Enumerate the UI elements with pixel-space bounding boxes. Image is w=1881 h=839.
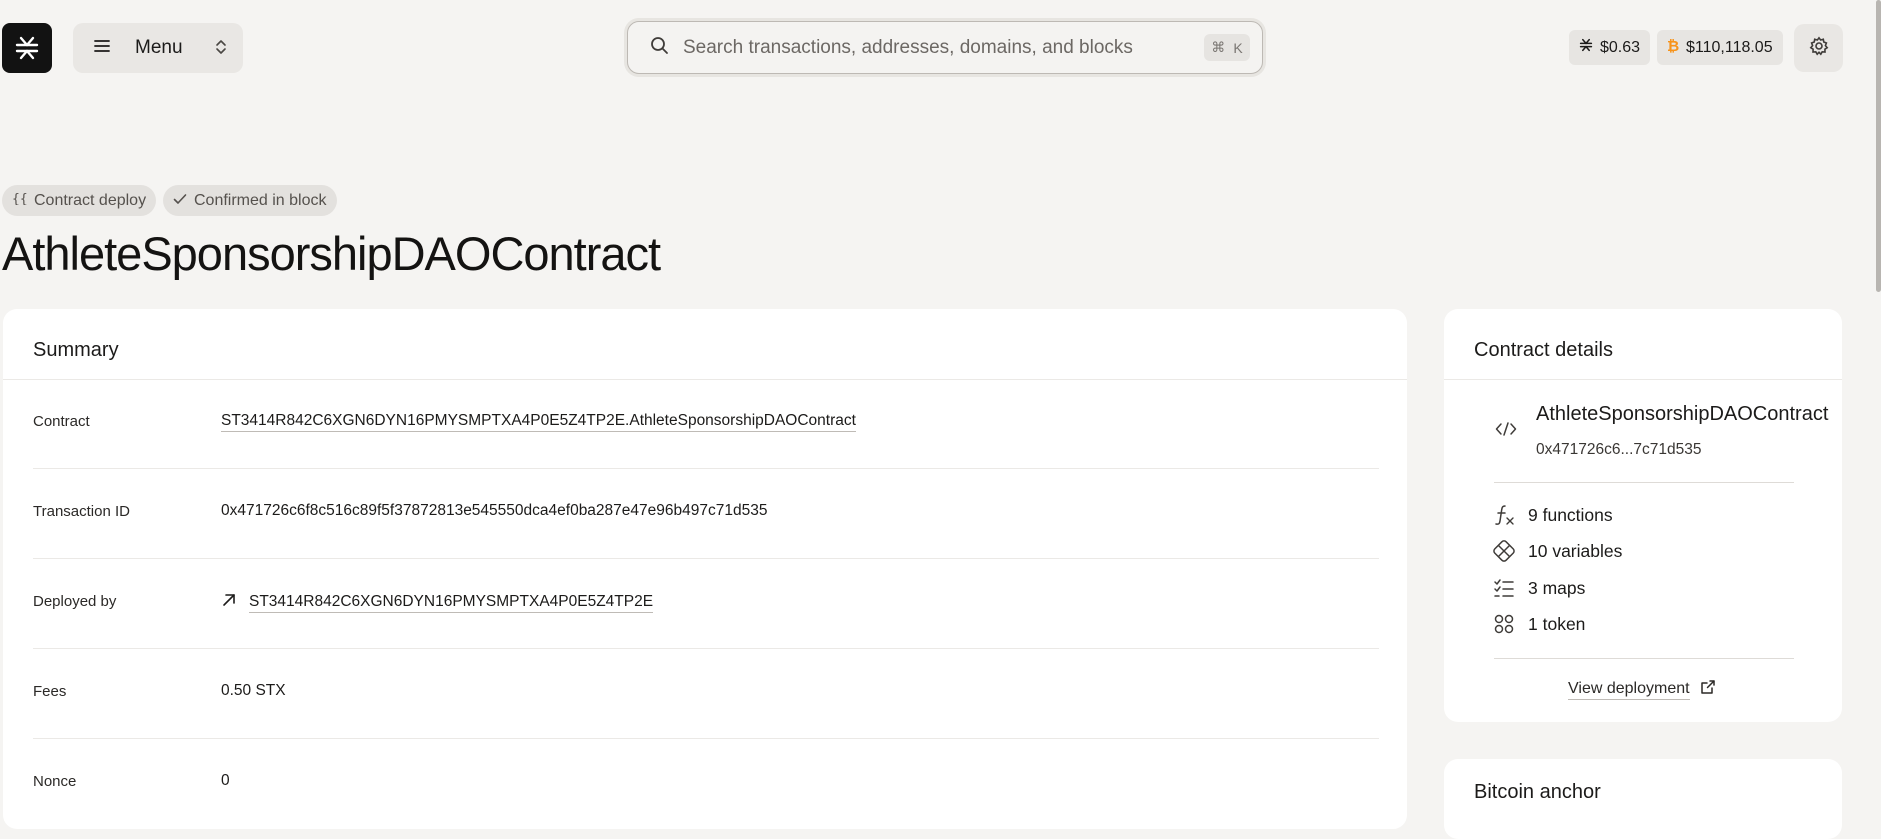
variables-stat: 10 variables — [1492, 539, 1622, 563]
divider — [1494, 482, 1794, 483]
command-key-icon: ⌘ — [1211, 39, 1226, 55]
summary-card: Summary Contract ST3414R842C6XGN6DYN16PM… — [3, 309, 1407, 829]
stx-icon — [1579, 38, 1593, 57]
view-deployment-label: View deployment — [1568, 680, 1690, 700]
shortcut-key: K — [1233, 39, 1243, 56]
divider — [1494, 658, 1794, 659]
transaction-id-value: 0x471726c6f8c516c89f5f37872813e545550dca… — [221, 502, 768, 519]
external-link-icon — [1700, 679, 1716, 700]
search-shortcut-hint: ⌘ K — [1204, 34, 1250, 61]
tokens-count: 1 token — [1528, 613, 1586, 634]
summary-row-nonce: Nonce 0 — [33, 739, 1379, 829]
search-input[interactable]: Search transactions, addresses, domains,… — [627, 21, 1263, 74]
scrollbar[interactable] — [1876, 0, 1881, 292]
svg-text:₿: ₿ — [1667, 38, 1679, 53]
deployer-address-link[interactable]: ST3414R842C6XGN6DYN16PMYSMPTXA4P0E5Z4TP2… — [249, 593, 654, 613]
page-title: AthleteSponsorshipDAOContract — [2, 227, 661, 280]
row-label: Contract — [33, 413, 90, 430]
contract-details-heading: Contract details — [1474, 339, 1613, 361]
btc-price-badge[interactable]: ₿ $110,118.05 — [1657, 30, 1783, 65]
check-icon — [173, 192, 187, 210]
variable-icon — [1492, 539, 1516, 563]
top-bar: Menu Search transactions, addresses, dom… — [0, 0, 1881, 96]
svg-text:{{{: {{{ — [12, 192, 27, 205]
hamburger-icon — [93, 37, 111, 59]
functions-count: 9 functions — [1528, 504, 1613, 525]
contract-short-hash: 0x471726c6...7c71d535 — [1536, 441, 1702, 458]
arrow-up-right-icon — [221, 592, 237, 613]
row-label: Nonce — [33, 773, 77, 790]
list-checks-icon — [1492, 576, 1516, 600]
chevron-up-down-icon — [215, 38, 227, 62]
menu-label: Menu — [135, 37, 183, 58]
stx-price-badge[interactable]: $0.63 — [1569, 30, 1651, 65]
nonce-value: 0 — [221, 772, 230, 789]
contract-deploy-badge: {{{ Contract deploy — [2, 185, 157, 216]
token-grid-icon — [1492, 612, 1516, 636]
summary-row-fees: Fees 0.50 STX — [33, 649, 1379, 739]
contract-link[interactable]: ST3414R842C6XGN6DYN16PMYSMPTXA4P0E5Z4TP2… — [221, 412, 856, 432]
summary-heading: Summary — [33, 339, 119, 361]
row-label: Fees — [33, 683, 67, 700]
divider — [1444, 379, 1842, 380]
variables-count: 10 variables — [1528, 540, 1623, 561]
maps-stat: 3 maps — [1492, 576, 1585, 600]
summary-row-contract: Contract ST3414R842C6XGN6DYN16PMYSMPTXA4… — [33, 379, 1379, 469]
settings-button[interactable] — [1794, 24, 1843, 72]
functions-stat: 9 functions — [1492, 503, 1613, 527]
maps-count: 3 maps — [1528, 577, 1586, 598]
tokens-stat: 1 token — [1492, 612, 1585, 636]
contract-details-card: Contract details AthleteSponsorshipDAOCo… — [1444, 309, 1842, 722]
row-label: Transaction ID — [33, 503, 130, 520]
search-icon — [650, 36, 669, 60]
summary-row-transaction-id: Transaction ID 0x471726c6f8c516c89f5f378… — [33, 469, 1379, 559]
menu-button[interactable]: Menu — [73, 23, 243, 73]
view-deployment-link[interactable]: View deployment — [1568, 679, 1716, 700]
stacks-logo-icon[interactable] — [2, 23, 52, 73]
row-label: Deployed by — [33, 593, 117, 610]
btc-price: $110,118.05 — [1686, 38, 1773, 56]
code-icon — [1490, 413, 1522, 445]
summary-row-deployed-by: Deployed by ST3414R842C6XGN6DYN16PMYSMPT… — [33, 559, 1379, 649]
bitcoin-anchor-heading: Bitcoin anchor — [1474, 781, 1601, 803]
confirmed-badge: Confirmed in block — [163, 185, 337, 216]
confirmed-label: Confirmed in block — [194, 191, 327, 209]
row-value: ST3414R842C6XGN6DYN16PMYSMPTXA4P0E5Z4TP2… — [221, 592, 654, 613]
function-icon — [1492, 503, 1516, 527]
gear-icon — [1809, 35, 1829, 61]
contract-braces-icon: {{{ — [12, 191, 35, 210]
search-placeholder: Search transactions, addresses, domains,… — [683, 36, 1133, 58]
contract-name: AthleteSponsorshipDAOContract — [1536, 403, 1829, 425]
bitcoin-anchor-card: Bitcoin anchor — [1444, 759, 1842, 839]
bitcoin-icon: ₿ — [1667, 37, 1679, 58]
stx-price: $0.63 — [1600, 38, 1641, 56]
contract-deploy-label: Contract deploy — [34, 191, 147, 209]
row-value: ST3414R842C6XGN6DYN16PMYSMPTXA4P0E5Z4TP2… — [221, 412, 856, 432]
fees-value: 0.50 STX — [221, 682, 286, 699]
